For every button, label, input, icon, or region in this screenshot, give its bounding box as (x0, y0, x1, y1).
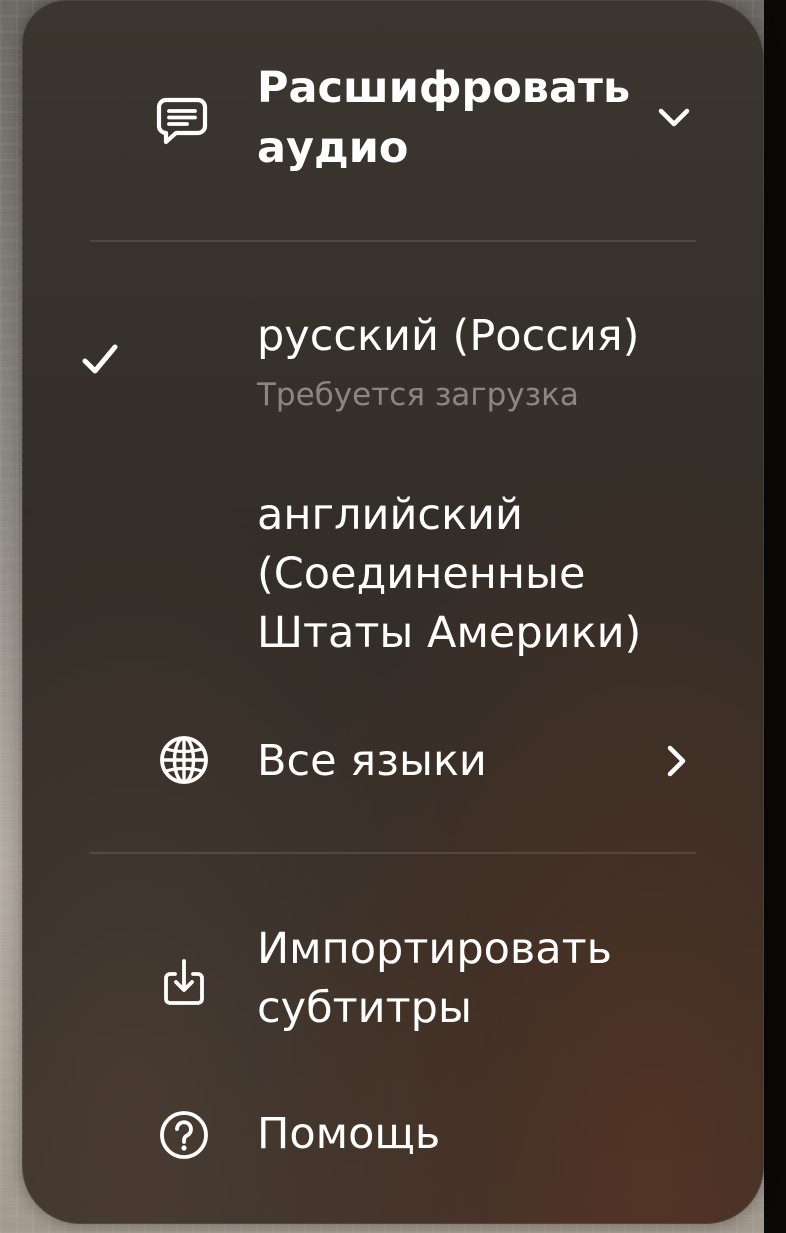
transcribe-audio-label-line1: Расшифровать (257, 63, 631, 113)
help-item[interactable]: Помощь (22, 1100, 764, 1170)
import-subtitles-label-line1: Импортировать (257, 924, 613, 974)
background-edge (764, 0, 786, 1233)
globe-icon (154, 730, 214, 790)
chevron-right-icon (656, 741, 696, 781)
all-languages-label: Все языки (257, 736, 487, 786)
all-languages-item[interactable]: Все языки (22, 725, 764, 795)
transcribe-audio-label-line2: аудио (257, 123, 409, 173)
divider-top (90, 240, 696, 242)
language-name-english-line3: Штаты Америки) (257, 608, 642, 658)
help-icon (154, 1105, 214, 1165)
language-name-russian: русский (Россия) (257, 311, 640, 361)
chevron-down-icon (654, 98, 694, 138)
help-label: Помощь (257, 1109, 441, 1159)
language-name-english-line2: (Соединенные (257, 549, 586, 599)
speech-bubble-icon (152, 90, 212, 150)
language-name-english-line1: английский (257, 490, 523, 540)
import-icon (154, 953, 214, 1013)
language-option-russian[interactable]: русский (Россия) Требуется загрузка (22, 300, 764, 430)
transcribe-audio-header[interactable]: Расшифровать аудио (22, 50, 764, 190)
language-option-english[interactable]: английский (Соединенные Штаты Америки) (22, 480, 764, 670)
import-subtitles-label-line2: субтитры (257, 983, 472, 1033)
transcription-menu: Расшифровать аудио русский (Россия) Треб… (22, 0, 764, 1224)
download-required-note: Требуется загрузка (257, 377, 579, 413)
import-subtitles-item[interactable]: Импортировать субтитры (22, 915, 764, 1045)
divider-bottom (90, 852, 696, 854)
checkmark-icon (70, 330, 130, 390)
